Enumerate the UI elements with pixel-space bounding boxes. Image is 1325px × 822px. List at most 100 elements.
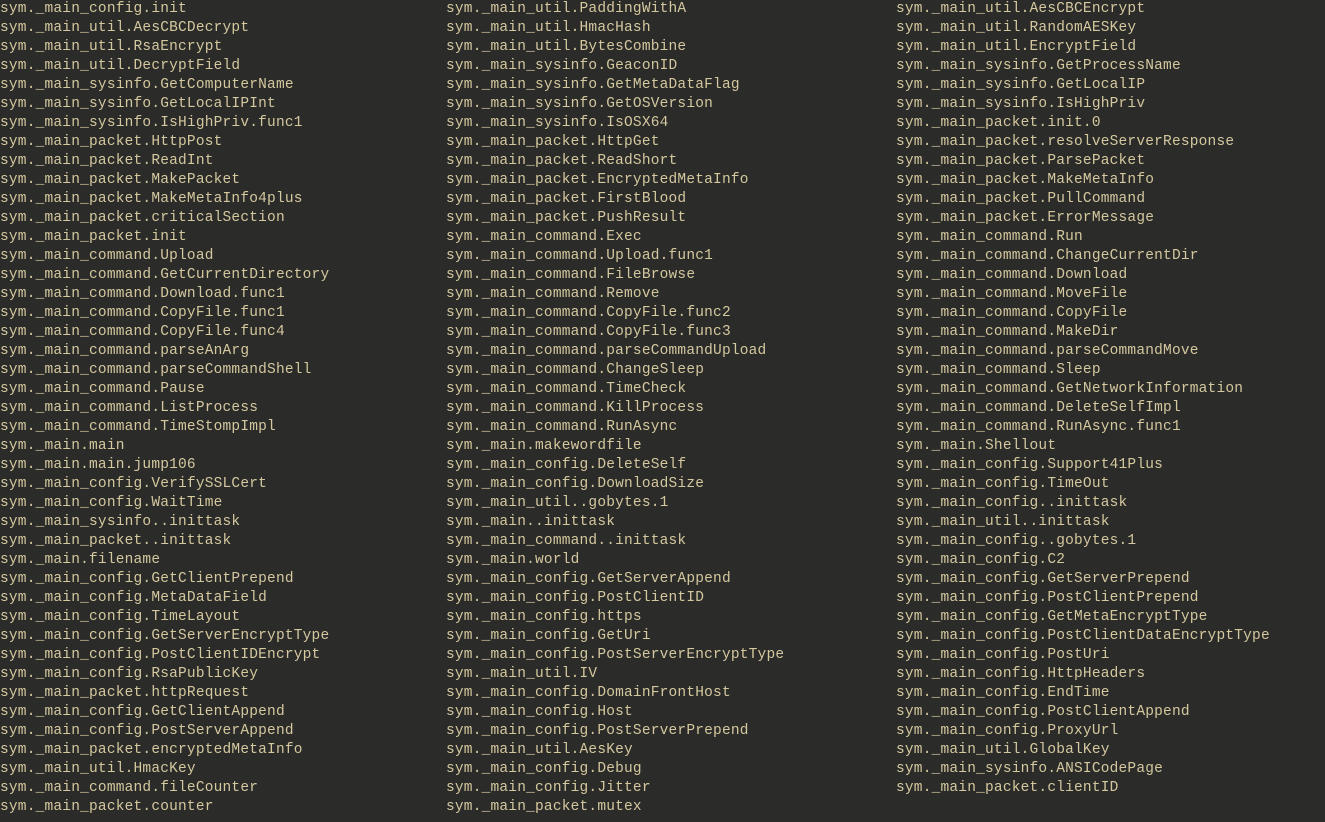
symbol-entry[interactable]: sym._main_sysinfo.IsHighPriv.func1 (0, 114, 446, 133)
symbol-entry[interactable]: sym._main_packet.ReadInt (0, 152, 446, 171)
symbol-entry[interactable]: sym._main_config.PostClientPrepend (896, 589, 1325, 608)
symbol-entry[interactable]: sym._main_packet.PullCommand (896, 190, 1325, 209)
symbol-entry[interactable]: sym._main_config.HttpHeaders (896, 665, 1325, 684)
symbol-entry[interactable]: sym._main.makewordfile (446, 437, 896, 456)
symbol-entry[interactable]: sym._main_config.RsaPublicKey (0, 665, 446, 684)
symbol-entry[interactable]: sym._main_sysinfo.ANSICodePage (896, 760, 1325, 779)
symbol-entry[interactable]: sym._main_config.PostServerAppend (0, 722, 446, 741)
symbol-entry[interactable]: sym._main_config.PostClientID (446, 589, 896, 608)
symbol-entry[interactable]: sym._main_packet.EncryptedMetaInfo (446, 171, 896, 190)
symbol-entry[interactable]: sym._main_command.ChangeCurrentDir (896, 247, 1325, 266)
symbol-entry[interactable]: sym._main_command.ListProcess (0, 399, 446, 418)
symbol-entry[interactable]: sym._main_packet.HttpGet (446, 133, 896, 152)
symbol-entry[interactable]: sym._main_command.parseCommandUpload (446, 342, 896, 361)
symbol-entry[interactable]: sym._main_config.GetServerEncryptType (0, 627, 446, 646)
symbol-entry[interactable]: sym._main_config.VerifySSLCert (0, 475, 446, 494)
symbol-entry[interactable]: sym._main_command.Remove (446, 285, 896, 304)
symbol-entry[interactable]: sym._main_util.RsaEncrypt (0, 38, 446, 57)
symbol-entry[interactable]: sym._main_config.C2 (896, 551, 1325, 570)
symbol-entry[interactable]: sym._main_sysinfo.GetLocalIP (896, 76, 1325, 95)
symbol-entry[interactable]: sym._main_sysinfo.GeaconID (446, 57, 896, 76)
symbol-entry[interactable]: sym._main_command.FileBrowse (446, 266, 896, 285)
symbol-entry[interactable]: sym._main_command.CopyFile (896, 304, 1325, 323)
symbol-entry[interactable]: sym._main_config..gobytes.1 (896, 532, 1325, 551)
symbol-entry[interactable]: sym._main_config.PostClientIDEncrypt (0, 646, 446, 665)
symbol-entry[interactable]: sym._main_packet.httpRequest (0, 684, 446, 703)
symbol-entry[interactable]: sym._main_packet.init.0 (896, 114, 1325, 133)
symbol-entry[interactable]: sym._main_config.PostServerEncryptType (446, 646, 896, 665)
symbol-entry[interactable]: sym._main_config.Debug (446, 760, 896, 779)
symbol-entry[interactable]: sym._main_packet.MakeMetaInfo (896, 171, 1325, 190)
symbol-entry[interactable]: sym._main_command.CopyFile.func2 (446, 304, 896, 323)
symbol-entry[interactable]: sym._main_util.RandomAESKey (896, 19, 1325, 38)
symbol-entry[interactable]: sym._main_command.KillProcess (446, 399, 896, 418)
symbol-entry[interactable]: sym._main_config.GetServerPrepend (896, 570, 1325, 589)
symbol-entry[interactable]: sym._main_util.PaddingWithA (446, 0, 896, 19)
symbol-entry[interactable]: sym._main_util.AesCBCEncrypt (896, 0, 1325, 19)
symbol-entry[interactable]: sym._main_sysinfo.GetLocalIPInt (0, 95, 446, 114)
symbol-entry[interactable]: sym._main.filename (0, 551, 446, 570)
symbol-entry[interactable]: sym._main_util.HmacHash (446, 19, 896, 38)
symbol-entry[interactable]: sym._main_util.AesCBCDecrypt (0, 19, 446, 38)
symbol-entry[interactable]: sym._main_command.RunAsync (446, 418, 896, 437)
symbol-entry[interactable]: sym._main.Shellout (896, 437, 1325, 456)
symbol-entry[interactable]: sym._main_sysinfo.GetComputerName (0, 76, 446, 95)
symbol-entry[interactable]: sym._main_config.WaitTime (0, 494, 446, 513)
symbol-entry[interactable]: sym._main_config.TimeOut (896, 475, 1325, 494)
symbol-entry[interactable]: sym._main_command.parseAnArg (0, 342, 446, 361)
symbol-entry[interactable]: sym._main_util.HmacKey (0, 760, 446, 779)
symbol-entry[interactable]: sym._main..inittask (446, 513, 896, 532)
symbol-entry[interactable]: sym._main_config.GetServerAppend (446, 570, 896, 589)
symbol-entry[interactable]: sym._main_packet.init (0, 228, 446, 247)
symbol-entry[interactable]: sym._main_packet.encryptedMetaInfo (0, 741, 446, 760)
symbol-entry[interactable]: sym._main_util.BytesCombine (446, 38, 896, 57)
symbol-entry[interactable]: sym._main_config..inittask (896, 494, 1325, 513)
symbol-entry[interactable]: sym._main_config.ProxyUrl (896, 722, 1325, 741)
symbol-entry[interactable]: sym._main_packet.HttpPost (0, 133, 446, 152)
symbol-entry[interactable]: sym._main_command.Pause (0, 380, 446, 399)
symbol-entry[interactable]: sym._main_command..inittask (446, 532, 896, 551)
symbol-entry[interactable]: sym._main_config.PostServerPrepend (446, 722, 896, 741)
symbol-entry[interactable]: sym._main.world (446, 551, 896, 570)
symbol-entry[interactable]: sym._main_sysinfo.IsOSX64 (446, 114, 896, 133)
symbol-entry[interactable]: sym._main_config.GetClientAppend (0, 703, 446, 722)
symbol-entry[interactable]: sym._main_command.parseCommandMove (896, 342, 1325, 361)
symbol-entry[interactable]: sym._main_config.DomainFrontHost (446, 684, 896, 703)
symbol-entry[interactable]: sym._main_util.GlobalKey (896, 741, 1325, 760)
symbol-entry[interactable]: sym._main_config.Host (446, 703, 896, 722)
symbol-entry[interactable]: sym._main_util.AesKey (446, 741, 896, 760)
symbol-entry[interactable]: sym._main_packet.resolveServerResponse (896, 133, 1325, 152)
symbol-entry[interactable]: sym._main_command.GetNetworkInformation (896, 380, 1325, 399)
symbol-entry[interactable]: sym._main_config.MetaDataField (0, 589, 446, 608)
symbol-entry[interactable]: sym._main_command.ChangeSleep (446, 361, 896, 380)
symbol-entry[interactable]: sym._main_packet.counter (0, 798, 446, 817)
symbol-entry[interactable]: sym._main_packet.ReadShort (446, 152, 896, 171)
symbol-entry[interactable]: sym._main_config.GetMetaEncryptType (896, 608, 1325, 627)
symbol-entry[interactable]: sym._main_sysinfo.GetOSVersion (446, 95, 896, 114)
symbol-entry[interactable]: sym._main_config.Support41Plus (896, 456, 1325, 475)
symbol-entry[interactable]: sym._main_command.Upload (0, 247, 446, 266)
symbol-entry[interactable]: sym._main_packet.FirstBlood (446, 190, 896, 209)
symbol-entry[interactable]: sym._main_packet.ErrorMessage (896, 209, 1325, 228)
symbol-entry[interactable]: sym._main_command.DeleteSelfImpl (896, 399, 1325, 418)
symbol-entry[interactable]: sym._main_packet.mutex (446, 798, 896, 817)
symbol-entry[interactable]: sym._main_command.Exec (446, 228, 896, 247)
symbol-entry[interactable]: sym._main_command.parseCommandShell (0, 361, 446, 380)
symbol-entry[interactable]: sym._main_command.MakeDir (896, 323, 1325, 342)
symbol-entry[interactable]: sym._main_packet.MakeMetaInfo4plus (0, 190, 446, 209)
symbol-entry[interactable]: sym._main_sysinfo.GetMetaDataFlag (446, 76, 896, 95)
symbol-entry[interactable]: sym._main_packet.PushResult (446, 209, 896, 228)
symbol-entry[interactable]: sym._main_config.https (446, 608, 896, 627)
symbol-entry[interactable]: sym._main_config.PostUri (896, 646, 1325, 665)
symbol-entry[interactable]: sym._main_command.TimeCheck (446, 380, 896, 399)
symbol-entry[interactable]: sym._main_command.CopyFile.func1 (0, 304, 446, 323)
symbol-entry[interactable]: sym._main_command.fileCounter (0, 779, 446, 798)
symbol-entry[interactable]: sym._main_command.GetCurrentDirectory (0, 266, 446, 285)
symbol-entry[interactable]: sym._main_sysinfo.GetProcessName (896, 57, 1325, 76)
symbol-entry[interactable]: sym._main_command.MoveFile (896, 285, 1325, 304)
symbol-entry[interactable]: sym._main_config.PostClientAppend (896, 703, 1325, 722)
symbol-entry[interactable]: sym._main_packet.MakePacket (0, 171, 446, 190)
symbol-entry[interactable]: sym._main_command.CopyFile.func3 (446, 323, 896, 342)
symbol-entry[interactable]: sym._main_config.TimeLayout (0, 608, 446, 627)
symbol-entry[interactable]: sym._main_util..gobytes.1 (446, 494, 896, 513)
